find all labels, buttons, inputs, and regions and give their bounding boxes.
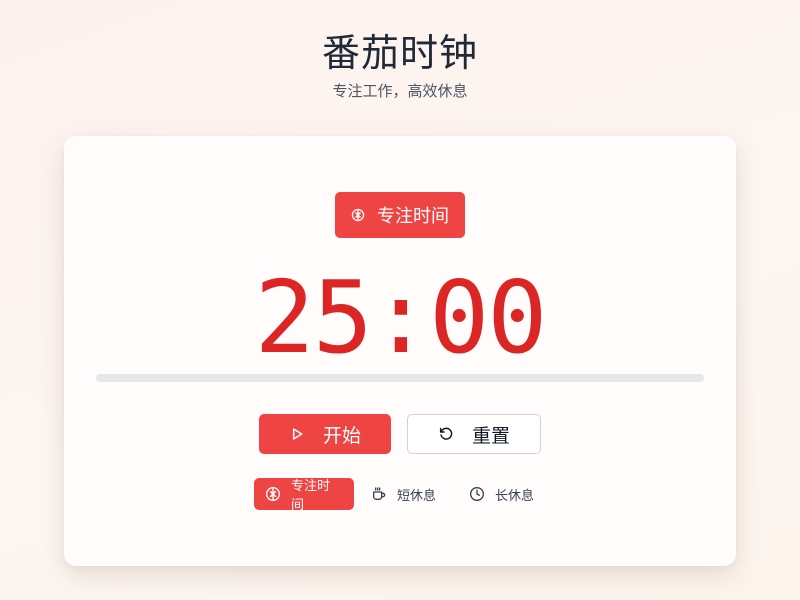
timer-card: 专注时间 25:00 开始 重置 专注时间 短休息 长休息 (64, 136, 736, 566)
tab-focus[interactable]: 专注时间 (254, 478, 354, 513)
start-button[interactable]: 开始 (259, 414, 391, 454)
page-subtitle: 专注工作，高效休息 (332, 82, 468, 100)
start-button-label: 开始 (322, 424, 361, 447)
current-mode-badge: 专注时间 (335, 192, 465, 238)
current-mode-label: 专注时间 (377, 206, 449, 227)
timer-display: 25:00 (254, 259, 547, 376)
tab-long-break-label: 长休息 (495, 488, 535, 504)
progress-bar (96, 374, 704, 382)
tab-long-break[interactable]: 长休息 (458, 478, 550, 510)
mode-tabs: 专注时间 短休息 长休息 (254, 478, 550, 513)
coffee-icon (371, 486, 387, 502)
reset-button-label: 重置 (471, 424, 510, 447)
header: 番茄时钟 专注工作，高效休息 (0, 30, 800, 102)
brain-icon (351, 208, 365, 222)
tab-short-break[interactable]: 短休息 (360, 478, 452, 510)
brain-icon (265, 486, 281, 502)
reset-button[interactable]: 重置 (407, 414, 541, 454)
play-icon (289, 426, 305, 442)
tab-focus-label: 专注时间 (291, 479, 331, 513)
tab-short-break-label: 短休息 (397, 488, 437, 504)
clock-icon (469, 486, 485, 502)
page-title: 番茄时钟 (321, 31, 478, 75)
reset-icon (438, 426, 454, 442)
